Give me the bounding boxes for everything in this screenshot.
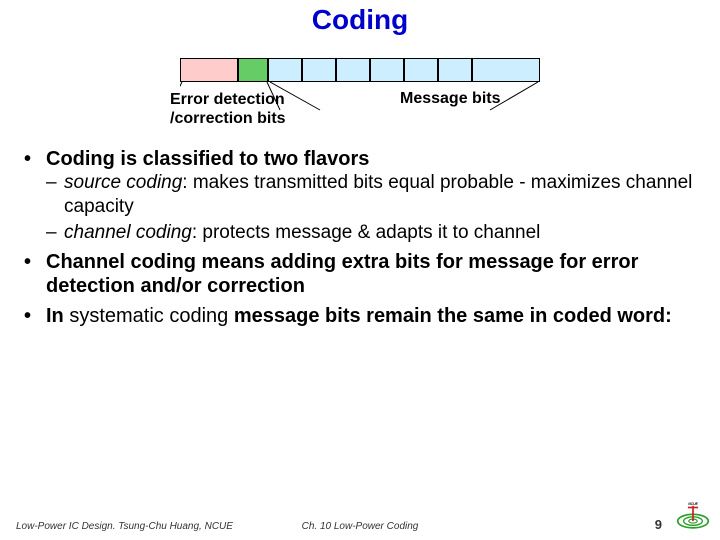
message-bit-cell [438,58,472,82]
bullet-text: Channel coding means adding extra bits f… [46,251,638,297]
message-bit-cell [336,58,370,82]
slide-title: Coding [0,0,720,36]
label-text: /correction bits [170,110,286,127]
message-bit-cell [404,58,438,82]
page-number: 9 [655,517,662,532]
bullet-text-a: In [46,305,69,327]
bullet-text: Coding is classified to two flavors [46,148,369,170]
bullet-systematic: In systematic coding message bits remain… [24,304,696,328]
label-message-bits: Message bits [400,90,560,108]
message-bit-cell [268,58,302,82]
desc: : protects message & adapts it to channe… [192,222,541,243]
message-bit-cell [472,58,540,82]
message-bit-cell [370,58,404,82]
subbullet-source: source coding: makes transmitted bits eq… [46,171,696,219]
svg-text:NCUE: NCUE [688,502,698,506]
diagram-labels: Error detection /correction bits Message… [120,90,600,134]
bullet-channel-coding: Channel coding means adding extra bits f… [24,250,696,298]
term: channel coding [64,222,192,243]
label-error-bits: Error detection /correction bits [170,90,350,128]
message-bit-cell [302,58,336,82]
error-bit-cell [238,58,268,82]
bits-diagram [180,58,540,84]
label-text: Error detection [170,91,285,108]
error-bit-cell [180,58,238,82]
slide: Coding Error detection /correction bits … [0,0,720,540]
footer-center: Ch. 10 Low-Power Coding [0,521,720,532]
bullet-flavors: Coding is classified to two flavors sour… [24,148,696,244]
footer: Low-Power IC Design. Tsung-Chu Huang, NC… [0,512,720,532]
bullet-text-b: systematic coding [69,305,228,327]
term: source coding [64,172,182,193]
bullet-text-c: message bits remain the same in coded wo… [228,305,671,327]
subbullet-channel: channel coding: protects message & adapt… [46,221,696,245]
content-area: Coding is classified to two flavors sour… [0,134,720,328]
logo-icon: NCUE [676,502,710,530]
